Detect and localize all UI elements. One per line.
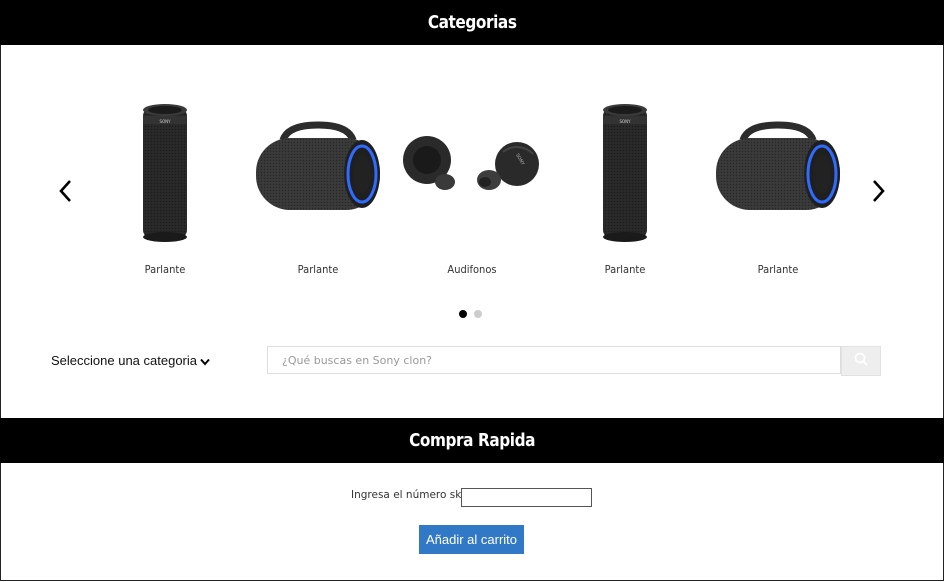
- carousel-item-label: Audifonos: [447, 263, 497, 276]
- category-dropdown[interactable]: Seleccione una categoria: [51, 353, 210, 369]
- sku-input[interactable]: [461, 488, 592, 507]
- carousel-item[interactable]: Parlante: [703, 90, 853, 276]
- carousel-item[interactable]: SONY Parlante: [550, 90, 700, 276]
- categories-title: Categorias: [427, 12, 517, 33]
- carousel-item[interactable]: Parlante: [243, 90, 393, 276]
- chevron-left-icon[interactable]: [56, 178, 76, 204]
- carousel-item[interactable]: SONY Parlante: [90, 90, 240, 276]
- quick-buy-title: Compra Rapida: [409, 430, 535, 451]
- carousel-pagination: [459, 305, 489, 323]
- cylindrical-speaker-image: SONY: [90, 90, 240, 250]
- svg-text:SONY: SONY: [619, 119, 631, 124]
- carousel-item-label: Parlante: [757, 263, 799, 276]
- barrel-speaker-image: [243, 90, 393, 250]
- carousel-item-label: Parlante: [144, 263, 186, 276]
- chevron-right-icon[interactable]: [868, 178, 888, 204]
- carousel-item-label: Parlante: [297, 263, 339, 276]
- carousel-item-label: Parlante: [604, 263, 646, 276]
- add-to-cart-button[interactable]: Añadir al carrito: [419, 525, 524, 554]
- sku-label: Ingresa el número sku: [351, 489, 468, 501]
- carousel-dot[interactable]: [474, 310, 482, 318]
- search-input[interactable]: [267, 346, 841, 374]
- chevron-down-icon: [200, 354, 210, 369]
- cylindrical-speaker-image: SONY: [550, 90, 700, 250]
- earbuds-image: SONY: [397, 90, 547, 250]
- search-button[interactable]: [841, 346, 881, 376]
- quick-buy-header: Compra Rapida: [0, 418, 944, 463]
- search-icon: [854, 352, 868, 371]
- svg-text:SONY: SONY: [159, 119, 171, 124]
- carousel-item[interactable]: SONY Audifonos: [397, 90, 547, 276]
- categories-header: Categorias: [0, 0, 944, 45]
- carousel-dot-active[interactable]: [459, 310, 467, 318]
- category-dropdown-label: Seleccione una categoria: [51, 353, 197, 368]
- barrel-speaker-image: [703, 90, 853, 250]
